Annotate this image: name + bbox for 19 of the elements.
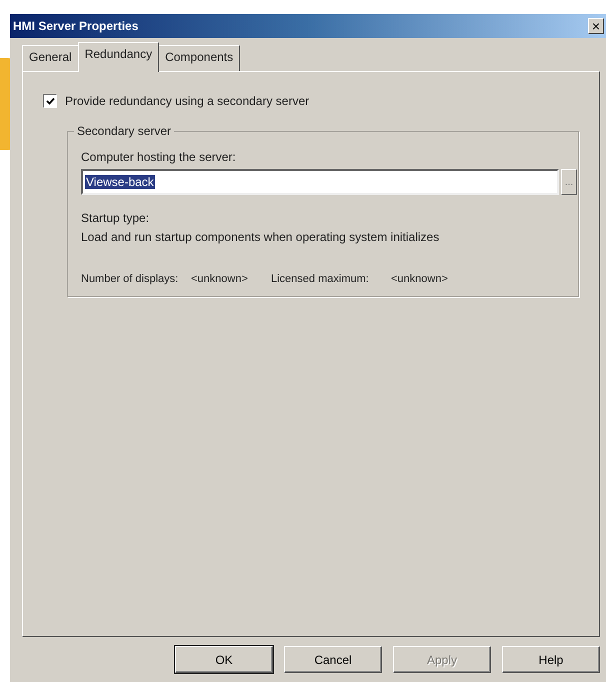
startup-type-value: Load and run startup components when operating system initializes <box>81 230 440 244</box>
checkbox[interactable] <box>43 94 57 108</box>
dialog-button[interactable]: Cancel <box>284 646 382 673</box>
close-button[interactable]: × <box>588 18 604 34</box>
dialog-button[interactable]: Help <box>502 646 600 673</box>
window-title: HMI Server Properties <box>13 19 138 33</box>
tab[interactable]: Redundancy <box>78 42 160 72</box>
group-title: Secondary server <box>74 124 174 138</box>
dialog-button[interactable]: OK <box>175 646 273 673</box>
checkbox-label[interactable]: Provide redundancy using a secondary server <box>65 94 310 108</box>
licensed-label: Licensed maximum: <box>271 273 370 285</box>
input-field[interactable]: Viewse-back <box>81 169 559 195</box>
tab[interactable]: General <box>22 45 79 71</box>
displays-label: Number of displays: <box>81 273 180 285</box>
licensed-value: <unknown> <box>391 273 448 285</box>
startup-type-label: Startup type: <box>81 211 150 225</box>
field-label: Computer hosting the server: <box>81 150 237 164</box>
displays-value: <unknown> <box>191 273 249 285</box>
tab[interactable]: Components <box>158 45 240 71</box>
